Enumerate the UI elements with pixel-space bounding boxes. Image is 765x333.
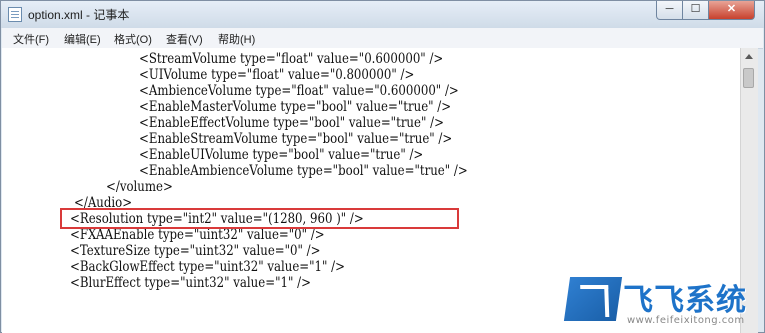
notepad-icon: [8, 7, 22, 22]
title-bar[interactable]: option.xml - 记事本 ─ ☐ ✕: [1, 1, 764, 28]
text-line: <BackGlowEffect type="uint32" value="1" …: [70, 259, 345, 275]
text-line: <EnableUIVolume type="bool" value="true"…: [139, 147, 424, 163]
text-line: <EnableMasterVolume type="bool" value="t…: [139, 99, 452, 115]
minimize-button[interactable]: ─: [656, 1, 683, 20]
close-button[interactable]: ✕: [708, 1, 755, 20]
scrollbar-thumb[interactable]: [743, 68, 754, 88]
text-line: <EnableEffectVolume type="bool" value="t…: [139, 115, 444, 131]
menu-edit[interactable]: 编辑(E): [64, 31, 101, 47]
scroll-up-arrow-icon[interactable]: [745, 54, 753, 59]
notepad-window: option.xml - 记事本 ─ ☐ ✕ 文件(F) 编辑(E) 格式(O)…: [0, 0, 765, 333]
menu-file[interactable]: 文件(F): [13, 31, 49, 47]
text-line: <EnableAmbienceVolume type="bool" value=…: [139, 163, 468, 179]
watermark-url: www.feifeixitong.com: [627, 315, 745, 326]
text-line: <AmbienceVolume type="float" value="0.60…: [139, 83, 459, 99]
menu-help[interactable]: 帮助(H): [218, 31, 255, 47]
watermark-brand: 飞飞系统: [623, 283, 747, 318]
menu-format[interactable]: 格式(O): [114, 31, 152, 47]
text-line: <FXAAEnable type="uint32" value="0" />: [70, 227, 325, 243]
text-line: <BlurEffect type="uint32" value="1" />: [70, 275, 311, 291]
window-title: option.xml - 记事本: [28, 8, 130, 22]
text-line: </volume>: [106, 179, 173, 195]
watermark-logo: 飞飞系统 www.feifeixitong.com: [563, 275, 761, 331]
text-line: <UIVolume type="float" value="0.800000" …: [139, 67, 415, 83]
menu-view[interactable]: 查看(V): [166, 31, 203, 47]
brand-logo-icon: [563, 277, 623, 321]
menu-bar: 文件(F) 编辑(E) 格式(O) 查看(V) 帮助(H): [2, 28, 763, 49]
resolution-highlight-box: [60, 208, 459, 229]
text-line: <EnableStreamVolume type="bool" value="t…: [139, 131, 453, 147]
maximize-button[interactable]: ☐: [682, 1, 709, 20]
text-line: <TextureSize type="uint32" value="0" />: [70, 243, 321, 259]
text-line: <StreamVolume type="float" value="0.6000…: [139, 51, 444, 67]
